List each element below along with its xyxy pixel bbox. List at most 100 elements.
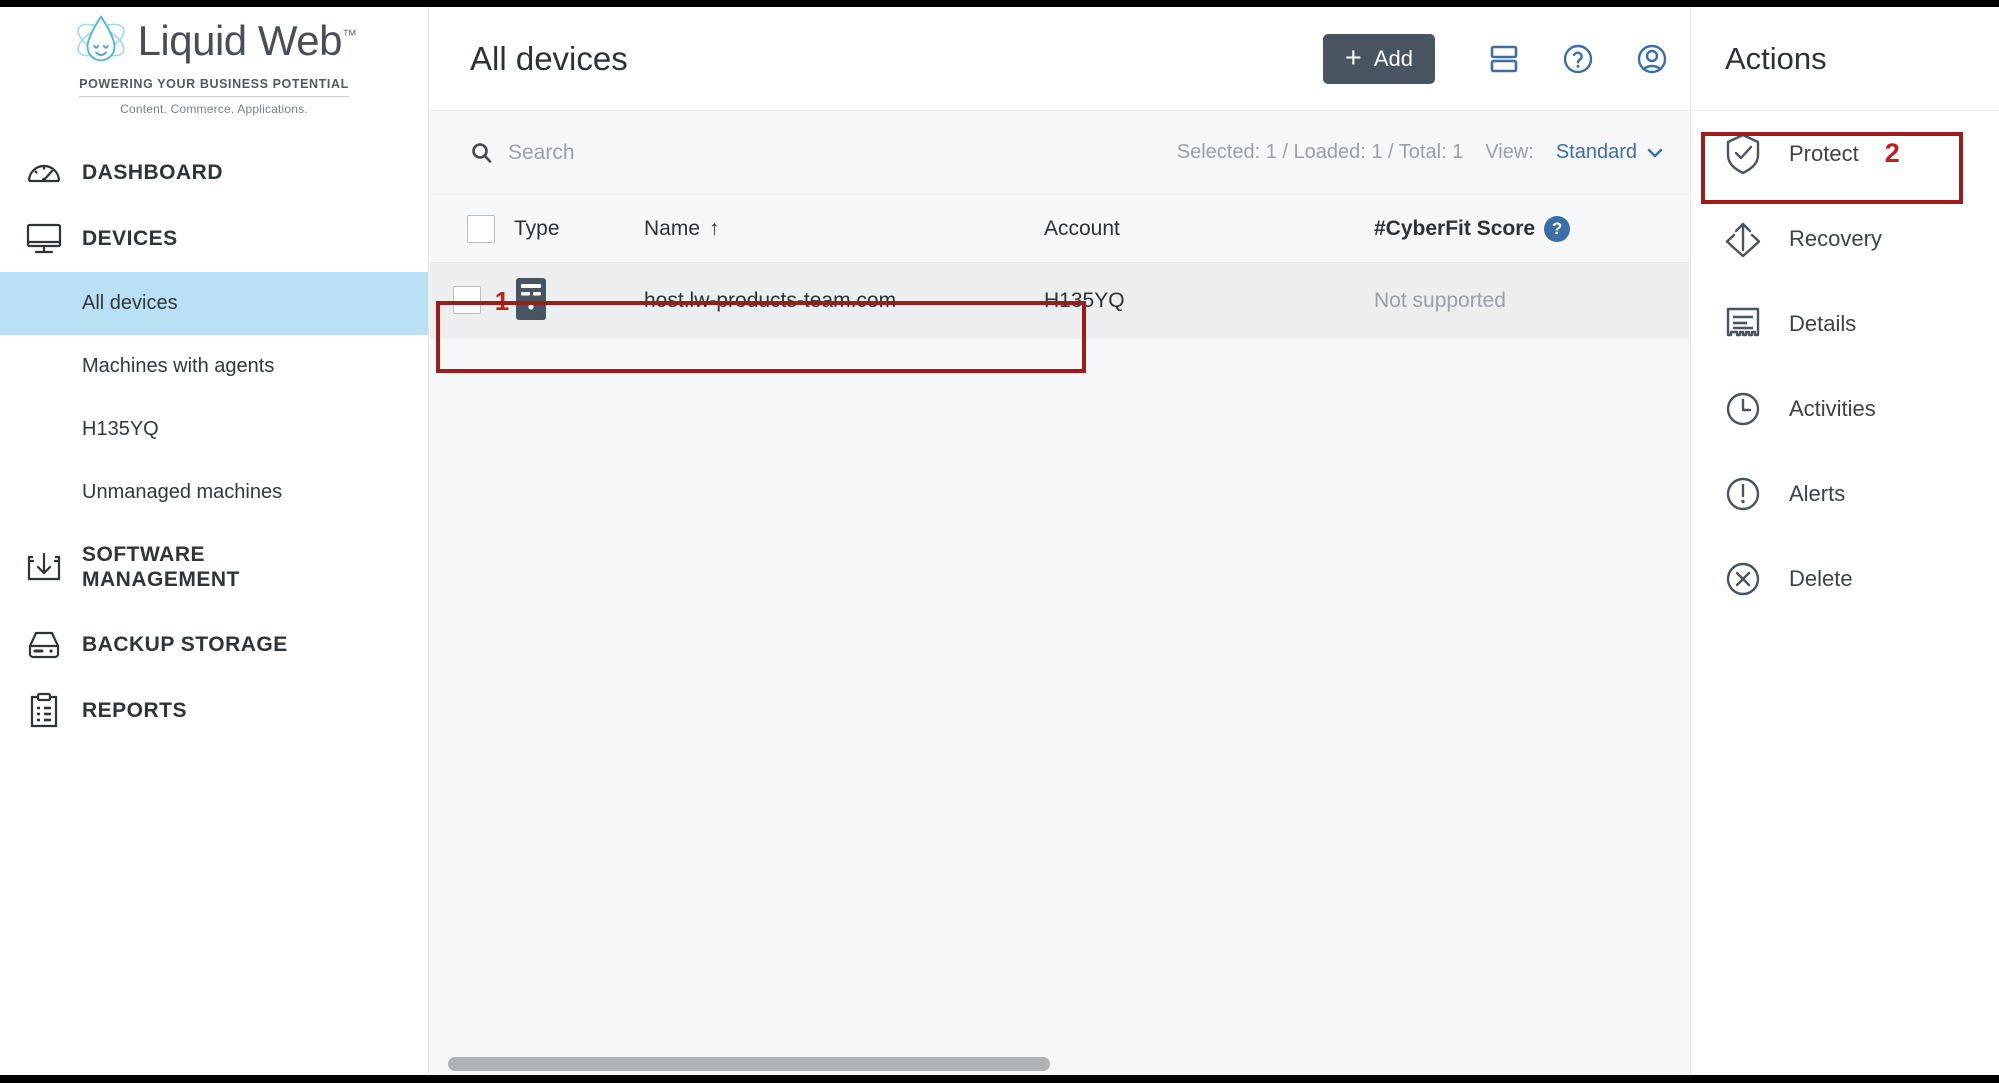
page-title: All devices [470,39,628,77]
table-toolbar: Search Selected: 1 / Loaded: 1 / Total: … [430,111,1689,195]
add-button[interactable]: + Add [1322,33,1435,84]
column-header-type[interactable]: Type [514,217,644,241]
help-circle-icon[interactable] [1541,32,1615,86]
header-actions: + Add [1322,32,1689,86]
sidebar-item-label: DEVICES [82,226,178,250]
sidebar-item-software-management[interactable]: SOFTWARE MANAGEMENT [0,524,428,612]
sidebar-item-label: BACKUP STORAGE [82,632,288,656]
column-label: Name [644,216,701,240]
trademark-symbol: ™ [341,27,357,44]
help-badge-icon[interactable]: ? [1544,215,1571,242]
close-circle-icon [1719,555,1767,603]
column-label: Account [1044,216,1120,240]
sidebar-item-unmanaged-machines[interactable]: Unmanaged machines [0,461,428,524]
hard-drive-icon [18,623,70,667]
upload-arrow-icon [1719,215,1767,263]
search-icon [472,142,492,163]
view-label: View: [1485,141,1534,163]
action-label: Protect [1789,140,1859,166]
sidebar-item-dashboard[interactable]: DASHBOARD [0,140,428,206]
action-item-protect[interactable]: Protect 2 [1691,111,1999,196]
sidebar-item-label: REPORTS [82,698,188,722]
column-label: #CyberFit Score [1374,216,1536,240]
sidebar-item-machines-with-agents[interactable]: Machines with agents [0,335,428,398]
server-tower-icon [516,277,546,320]
action-item-alerts[interactable]: Alerts [1691,451,1999,536]
sidebar-item-backup-storage[interactable]: BACKUP STORAGE [0,612,428,678]
annotation-number-2: 2 [1884,138,1900,168]
clock-icon [1719,385,1767,433]
horizontal-scrollbar[interactable] [430,1053,1689,1075]
search-input[interactable]: Search [470,141,575,165]
sidebar: Liquid Web™ POWERING YOUR BUSINESS POTEN… [0,7,429,1075]
letterbox-bottom [0,1075,1999,1083]
brand-logo[interactable]: Liquid Web™ POWERING YOUR BUSINESS POTEN… [0,7,428,116]
action-item-details[interactable]: Details [1691,281,1999,366]
select-all-checkbox[interactable] [467,214,495,243]
sidebar-subitem-label: All devices [82,292,178,314]
column-header-account[interactable]: Account [1044,217,1374,241]
brand-subtagline: Content. Commerce. Applications. [120,102,308,116]
main-header: All devices + Add [430,7,1689,111]
action-label: Alerts [1789,480,1846,506]
column-label: Type [514,216,560,240]
row-account: H135YQ [1044,289,1125,312]
action-item-recovery[interactable]: Recovery [1691,196,1999,281]
sidebar-item-h135yq[interactable]: H135YQ [0,398,428,461]
brand-tagline: POWERING YOUR BUSINESS POTENTIAL [79,77,349,97]
action-item-activities[interactable]: Activities [1691,366,1999,451]
gauge-icon [18,151,70,195]
table-row[interactable]: 1 host.lw-products-team.com H135YQ Not s… [430,263,1722,339]
add-button-label: Add [1373,45,1413,71]
shield-check-icon [1719,130,1767,178]
monitor-icon [18,217,70,261]
row-cyberfit-score: Not supported [1374,289,1506,312]
account-circle-icon[interactable] [1615,32,1689,86]
sidebar-subitem-label: Machines with agents [82,355,275,377]
scrollbar-thumb[interactable] [448,1057,1050,1071]
view-selected-value: Standard [1555,141,1637,163]
sidebar-nav: DASHBOARD DEVICES All devices Machines w [0,140,428,744]
action-label: Activities [1789,395,1876,421]
sort-ascending-icon: ↑ [709,216,720,240]
selection-counts: Selected: 1 / Loaded: 1 / Total: 1 [1176,141,1464,163]
actions-panel-title: Actions [1691,7,1999,111]
search-placeholder: Search [508,140,575,164]
action-label: Details [1789,310,1857,336]
sidebar-item-devices[interactable]: DEVICES [0,206,428,272]
document-lines-icon [1719,300,1767,348]
row-type-cell [514,277,644,326]
brand-name: Liquid Web™ [137,17,357,64]
row-device-name: host.lw-products-team.com [644,289,897,312]
sidebar-subitem-label: H135YQ [82,418,159,440]
sidebar-item-label: DASHBOARD [82,160,223,184]
app-root: Liquid Web™ POWERING YOUR BUSINESS POTEN… [0,0,1999,1083]
clipboard-icon [18,689,70,733]
view-selector[interactable]: Standard [1556,141,1663,164]
row-checkbox[interactable] [452,285,481,314]
main-content: All devices + Add Search Selected: 1 / L… [430,7,1722,1083]
sidebar-subitem-label: Unmanaged machines [82,481,283,503]
table-header-row: Type Name ↑ Account #CyberFit Score ? [430,195,1720,263]
sidebar-item-reports[interactable]: REPORTS [0,678,428,744]
letterbox-top [0,0,1999,7]
column-header-name[interactable]: Name ↑ [644,217,1044,241]
sidebar-item-all-devices[interactable]: All devices [0,272,428,335]
actions-panel: Actions Protect 2 Recovery Details Activ… [1690,7,1999,1075]
sidebar-item-label: SOFTWARE MANAGEMENT [82,543,240,591]
annotation-number-1: 1 [494,285,510,316]
toolbar-right: Selected: 1 / Loaded: 1 / Total: 1 View:… [1177,141,1689,164]
alert-circle-icon [1719,470,1767,518]
select-all-cell [430,214,514,243]
plus-icon: + [1344,42,1362,74]
water-drop-atom-icon [76,15,125,62]
action-label: Recovery [1789,225,1882,251]
chevron-down-icon [1647,148,1663,157]
action-item-delete[interactable]: Delete [1691,536,1999,621]
row-select-cell: 1 [430,285,514,317]
column-header-cyberfit-score[interactable]: #CyberFit Score ? [1374,215,1664,242]
split-view-icon[interactable] [1467,32,1541,86]
action-label: Delete [1789,565,1853,591]
software-download-icon [18,546,70,590]
devices-table: Type Name ↑ Account #CyberFit Score ? 1 … [430,195,1722,1083]
